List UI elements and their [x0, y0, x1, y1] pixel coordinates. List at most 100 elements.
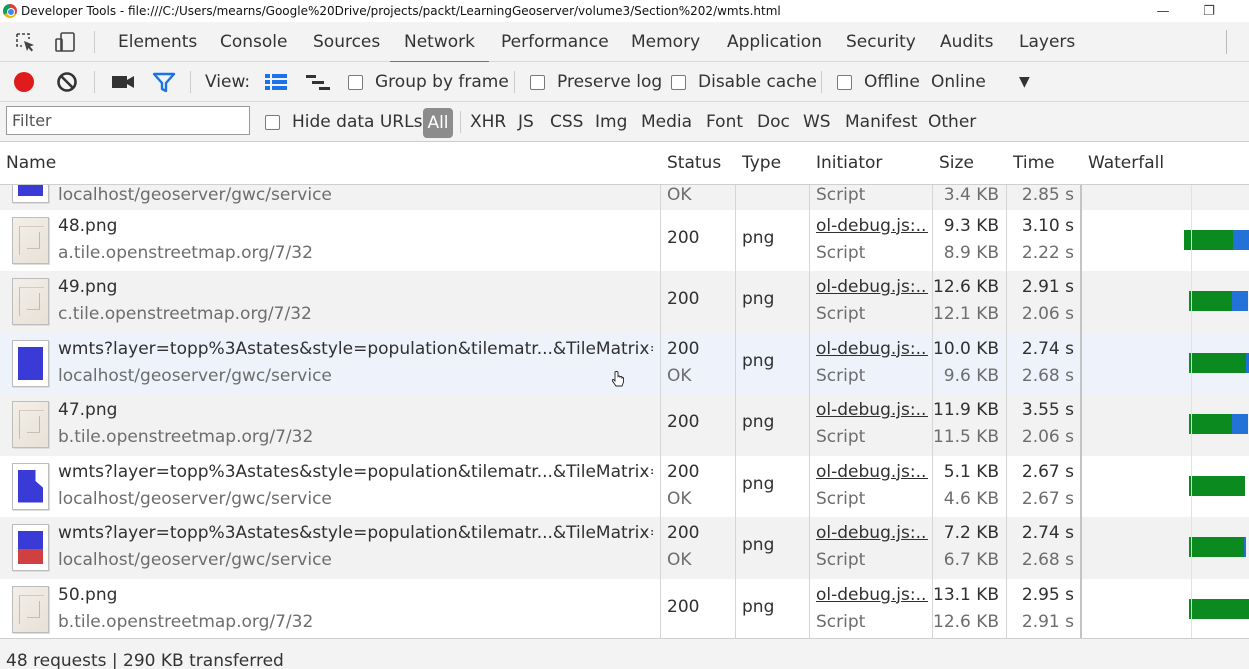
offline-checkbox[interactable]: Offline: [837, 62, 920, 102]
toolbar-divider: [190, 71, 191, 93]
waterfall-bar[interactable]: [1189, 475, 1245, 496]
initiator-link[interactable]: ol-debug.js:...: [816, 339, 928, 359]
hide-data-urls-checkbox[interactable]: Hide data URLs: [265, 102, 422, 142]
device-toolbar-icon[interactable]: [54, 31, 76, 53]
waterfall-download-segment: [1189, 414, 1232, 434]
record-icon[interactable]: [12, 70, 36, 94]
checkbox-box[interactable]: [348, 74, 363, 90]
resource-size-cell: 12.6 KB: [933, 611, 999, 632]
waterfall-bar[interactable]: [1184, 229, 1249, 250]
toolbar-divider: [94, 71, 95, 93]
filter-type-all[interactable]: All: [423, 108, 453, 138]
initiator-type: Script: [816, 304, 866, 324]
checkbox-box[interactable]: [837, 74, 852, 90]
tab-sources[interactable]: Sources: [313, 22, 380, 62]
resource-size-cell: 8.9 KB: [943, 242, 999, 263]
type-cell: png: [742, 227, 775, 248]
time-cell: 2.74 s: [1021, 523, 1074, 543]
filter-input[interactable]: [6, 106, 250, 135]
latency-cell: 2.22 s: [1021, 242, 1074, 263]
tab-security[interactable]: Security: [846, 22, 916, 62]
waterfall-download-segment: [1189, 475, 1245, 496]
filter-type-img[interactable]: Img: [595, 102, 627, 142]
request-url: a.tile.openstreetmap.org/7/32: [58, 242, 313, 263]
column-header-initiator[interactable]: Initiator: [810, 142, 882, 185]
status-text: OK: [667, 550, 692, 570]
column-divider: [735, 142, 736, 638]
column-header-type[interactable]: Type: [736, 142, 781, 185]
waterfall-bar[interactable]: [1189, 537, 1246, 557]
column-header-size[interactable]: Size: [933, 142, 974, 185]
tab-performance[interactable]: Performance: [501, 22, 609, 62]
filter-type-doc[interactable]: Doc: [757, 102, 790, 142]
table-row[interactable]: wmts?layer=topp%3Astates&style=populatio…: [0, 456, 1249, 518]
waterfall-bar[interactable]: [1189, 291, 1248, 311]
filter-type-font[interactable]: Font: [706, 102, 743, 142]
minimize-button[interactable]: —: [1140, 0, 1186, 22]
column-header-time[interactable]: Time: [1007, 142, 1055, 185]
initiator-link[interactable]: ol-debug.js:...: [816, 277, 928, 297]
table-row[interactable]: localhost/geoserver/gwc/service OK png S…: [0, 185, 1249, 210]
preserve-log-label: Preserve log: [557, 72, 663, 92]
filter-type-manifest[interactable]: Manifest: [845, 102, 918, 142]
filter-funnel-icon[interactable]: [152, 72, 176, 94]
status-code: 200: [667, 523, 700, 543]
restore-button[interactable]: ❐: [1186, 0, 1232, 22]
filter-type-ws[interactable]: WS: [803, 102, 831, 142]
group-by-frame-checkbox[interactable]: Group by frame: [348, 62, 509, 102]
tab-elements[interactable]: Elements: [118, 22, 197, 62]
thumbnail-image: [12, 216, 49, 264]
initiator-link[interactable]: ol-debug.js:...: [816, 523, 928, 543]
size-cell: 12.6 KB: [933, 277, 999, 297]
waterfall-bar[interactable]: [1189, 414, 1248, 434]
checkbox-box[interactable]: [671, 74, 686, 90]
checkbox-box[interactable]: [530, 74, 545, 90]
large-rows-icon[interactable]: [264, 73, 288, 91]
tab-network[interactable]: Network: [390, 22, 489, 63]
tab-console[interactable]: Console: [220, 22, 288, 62]
latency-cell: 2.68 s: [1021, 365, 1074, 386]
column-header-waterfall[interactable]: Waterfall: [1082, 142, 1164, 185]
throttling-dropdown-icon[interactable]: ▼: [1019, 62, 1030, 102]
initiator-link[interactable]: ol-debug.js:...: [816, 462, 928, 482]
preserve-log-checkbox[interactable]: Preserve log: [530, 62, 662, 102]
filter-type-other[interactable]: Other: [928, 102, 976, 142]
table-row[interactable]: 47.png b.tile.openstreetmap.org/7/32 200 pn…: [0, 394, 1249, 456]
overview-waterfall-icon[interactable]: [305, 73, 331, 91]
filter-type-js[interactable]: JS: [518, 102, 534, 142]
inspect-element-icon[interactable]: [14, 31, 36, 53]
screenshot-camera-icon[interactable]: [111, 72, 135, 92]
initiator-link[interactable]: ol-debug.js:...: [816, 585, 928, 605]
table-row[interactable]: 50.png b.tile.openstreetmap.org/7/32 200 pn…: [0, 579, 1249, 639]
resource-size-cell: 9.6 KB: [943, 365, 999, 386]
initiator-link[interactable]: ol-debug.js:...: [816, 216, 928, 236]
waterfall-bar[interactable]: [1189, 352, 1249, 373]
filter-type-media[interactable]: Media: [641, 102, 692, 142]
tab-application[interactable]: Application: [727, 22, 822, 62]
column-header-status[interactable]: Status: [661, 142, 721, 185]
size-cell: 11.9 KB: [933, 400, 999, 420]
throttling-select[interactable]: Online: [931, 62, 986, 102]
waterfall-bar[interactable]: [1189, 598, 1249, 619]
filter-type-css[interactable]: CSS: [550, 102, 583, 142]
tab-audits[interactable]: Audits: [940, 22, 993, 62]
clear-icon[interactable]: [56, 71, 78, 93]
tab-layers[interactable]: Layers: [1019, 22, 1075, 62]
disable-cache-checkbox[interactable]: Disable cache: [671, 62, 817, 102]
column-divider: [1080, 142, 1082, 638]
filter-type-xhr[interactable]: XHR: [470, 102, 506, 142]
thumbnail-image: [12, 185, 49, 203]
column-header-name[interactable]: Name: [0, 142, 56, 185]
table-row[interactable]: 48.png a.tile.openstreetmap.org/7/32 200 pn…: [0, 210, 1249, 272]
size-cell: 5.1 KB: [943, 461, 999, 482]
thumbnail-fill: [18, 531, 43, 564]
latency-cell: 2.68 s: [1021, 550, 1074, 570]
initiator-link[interactable]: ol-debug.js:...: [816, 400, 928, 420]
table-row[interactable]: wmts?layer=topp%3Astates&style=populatio…: [0, 517, 1249, 579]
table-row[interactable]: 49.png c.tile.openstreetmap.org/7/32 200 pn…: [0, 271, 1249, 333]
thumbnail-image: [12, 278, 49, 325]
type-cell: png: [742, 412, 775, 432]
tab-memory[interactable]: Memory: [631, 22, 700, 62]
size-cell: 13.1 KB: [933, 584, 999, 605]
checkbox-box[interactable]: [265, 114, 280, 130]
